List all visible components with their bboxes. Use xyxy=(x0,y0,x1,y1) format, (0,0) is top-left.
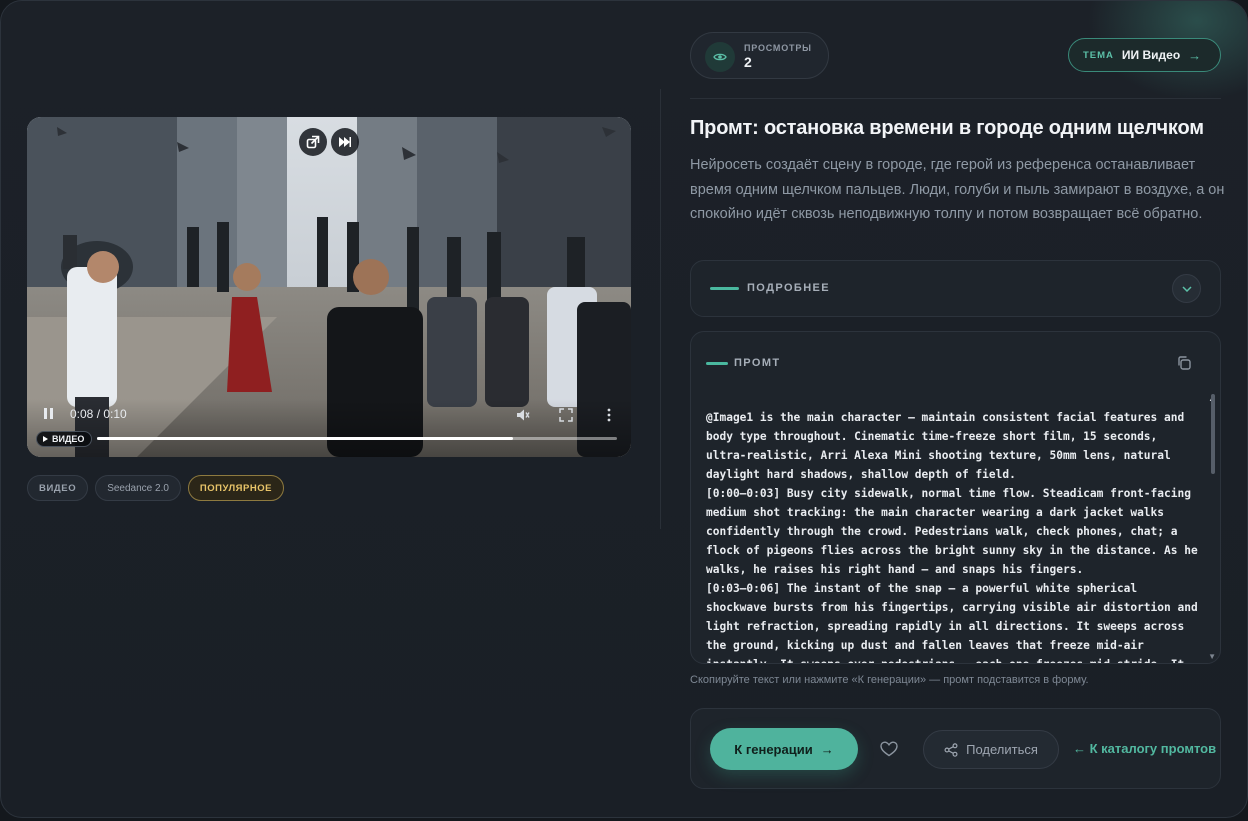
tag-popular[interactable]: ПОПУЛЯРНОЕ xyxy=(187,475,284,501)
theme-label: ТЕМА xyxy=(1083,49,1114,61)
theme-link[interactable]: ТЕМА ИИ Видео → xyxy=(1068,38,1221,72)
copy-icon[interactable] xyxy=(1176,355,1192,371)
play-icon xyxy=(43,436,48,442)
prompt-text[interactable]: @Image1 is the main character — maintain… xyxy=(706,408,1202,663)
views-count: 2 xyxy=(744,54,752,70)
header-divider xyxy=(690,98,1221,99)
views-counter: ПРОСМОТРЫ 2 xyxy=(690,32,829,79)
pause-icon[interactable] xyxy=(44,408,54,419)
chevron-down-icon[interactable] xyxy=(1172,274,1201,303)
eye-icon xyxy=(705,42,735,72)
prompt-scrollbar[interactable] xyxy=(1211,394,1215,474)
page-description: Нейросеть создаёт сцену в городе, где ге… xyxy=(690,157,1225,222)
details-label: ПОДРОБНЕЕ xyxy=(747,282,831,294)
fullscreen-icon[interactable] xyxy=(559,408,573,422)
page-title: Промт: остановка времени в городе одним … xyxy=(690,117,1204,139)
heart-icon[interactable] xyxy=(879,739,899,759)
mute-icon[interactable] xyxy=(516,408,530,422)
arrow-right-icon: → xyxy=(820,741,834,757)
views-label: ПРОСМОТРЫ xyxy=(744,43,812,53)
accent-bar xyxy=(710,287,739,290)
skip-button[interactable] xyxy=(331,128,359,156)
catalog-link[interactable]: ← К каталогу промтов xyxy=(1073,741,1216,756)
generate-label: К генерации xyxy=(734,741,813,757)
copy-hint: Скопируйте текст или нажмите «К генераци… xyxy=(690,674,1089,686)
scroll-down-icon[interactable]: ▼ xyxy=(1208,652,1216,661)
skip-forward-icon xyxy=(339,137,351,147)
prompt-panel: ПРОМТ @Image1 is the main character — ma… xyxy=(690,331,1221,664)
video-badge-label: ВИДЕО xyxy=(52,434,85,444)
more-icon[interactable] xyxy=(602,408,616,422)
popout-button[interactable] xyxy=(299,128,327,156)
arrow-right-icon: → xyxy=(1188,47,1202,63)
video-progress[interactable] xyxy=(97,437,617,440)
generate-button[interactable]: К генерации → xyxy=(710,728,858,770)
video-player[interactable]: 0:08 / 0:10 ВИДЕО xyxy=(27,117,631,457)
theme-value: ИИ Видео xyxy=(1121,48,1181,62)
column-divider xyxy=(660,89,661,529)
popout-icon xyxy=(306,135,320,149)
video-progress-fill xyxy=(97,437,513,440)
tag-model[interactable]: Seedance 2.0 xyxy=(95,475,181,501)
video-badge: ВИДЕО xyxy=(36,431,93,447)
share-icon xyxy=(944,742,958,757)
tag-list: ВИДЕО Seedance 2.0 ПОПУЛЯРНОЕ xyxy=(27,475,284,501)
details-accordion[interactable]: ПОДРОБНЕЕ xyxy=(690,260,1221,317)
share-label: Поделиться xyxy=(966,742,1038,757)
page-frame: 0:08 / 0:10 ВИДЕО ВИДЕО Seedance 2.0 ПОП… xyxy=(0,0,1248,818)
tag-video[interactable]: ВИДЕО xyxy=(27,475,89,501)
share-button[interactable]: Поделиться xyxy=(923,730,1059,769)
accent-bar xyxy=(706,362,728,365)
actions-panel: К генерации → Поделиться ← К каталогу пр… xyxy=(690,708,1221,789)
video-time: 0:08 / 0:10 xyxy=(70,407,127,421)
prompt-label: ПРОМТ xyxy=(734,357,781,369)
